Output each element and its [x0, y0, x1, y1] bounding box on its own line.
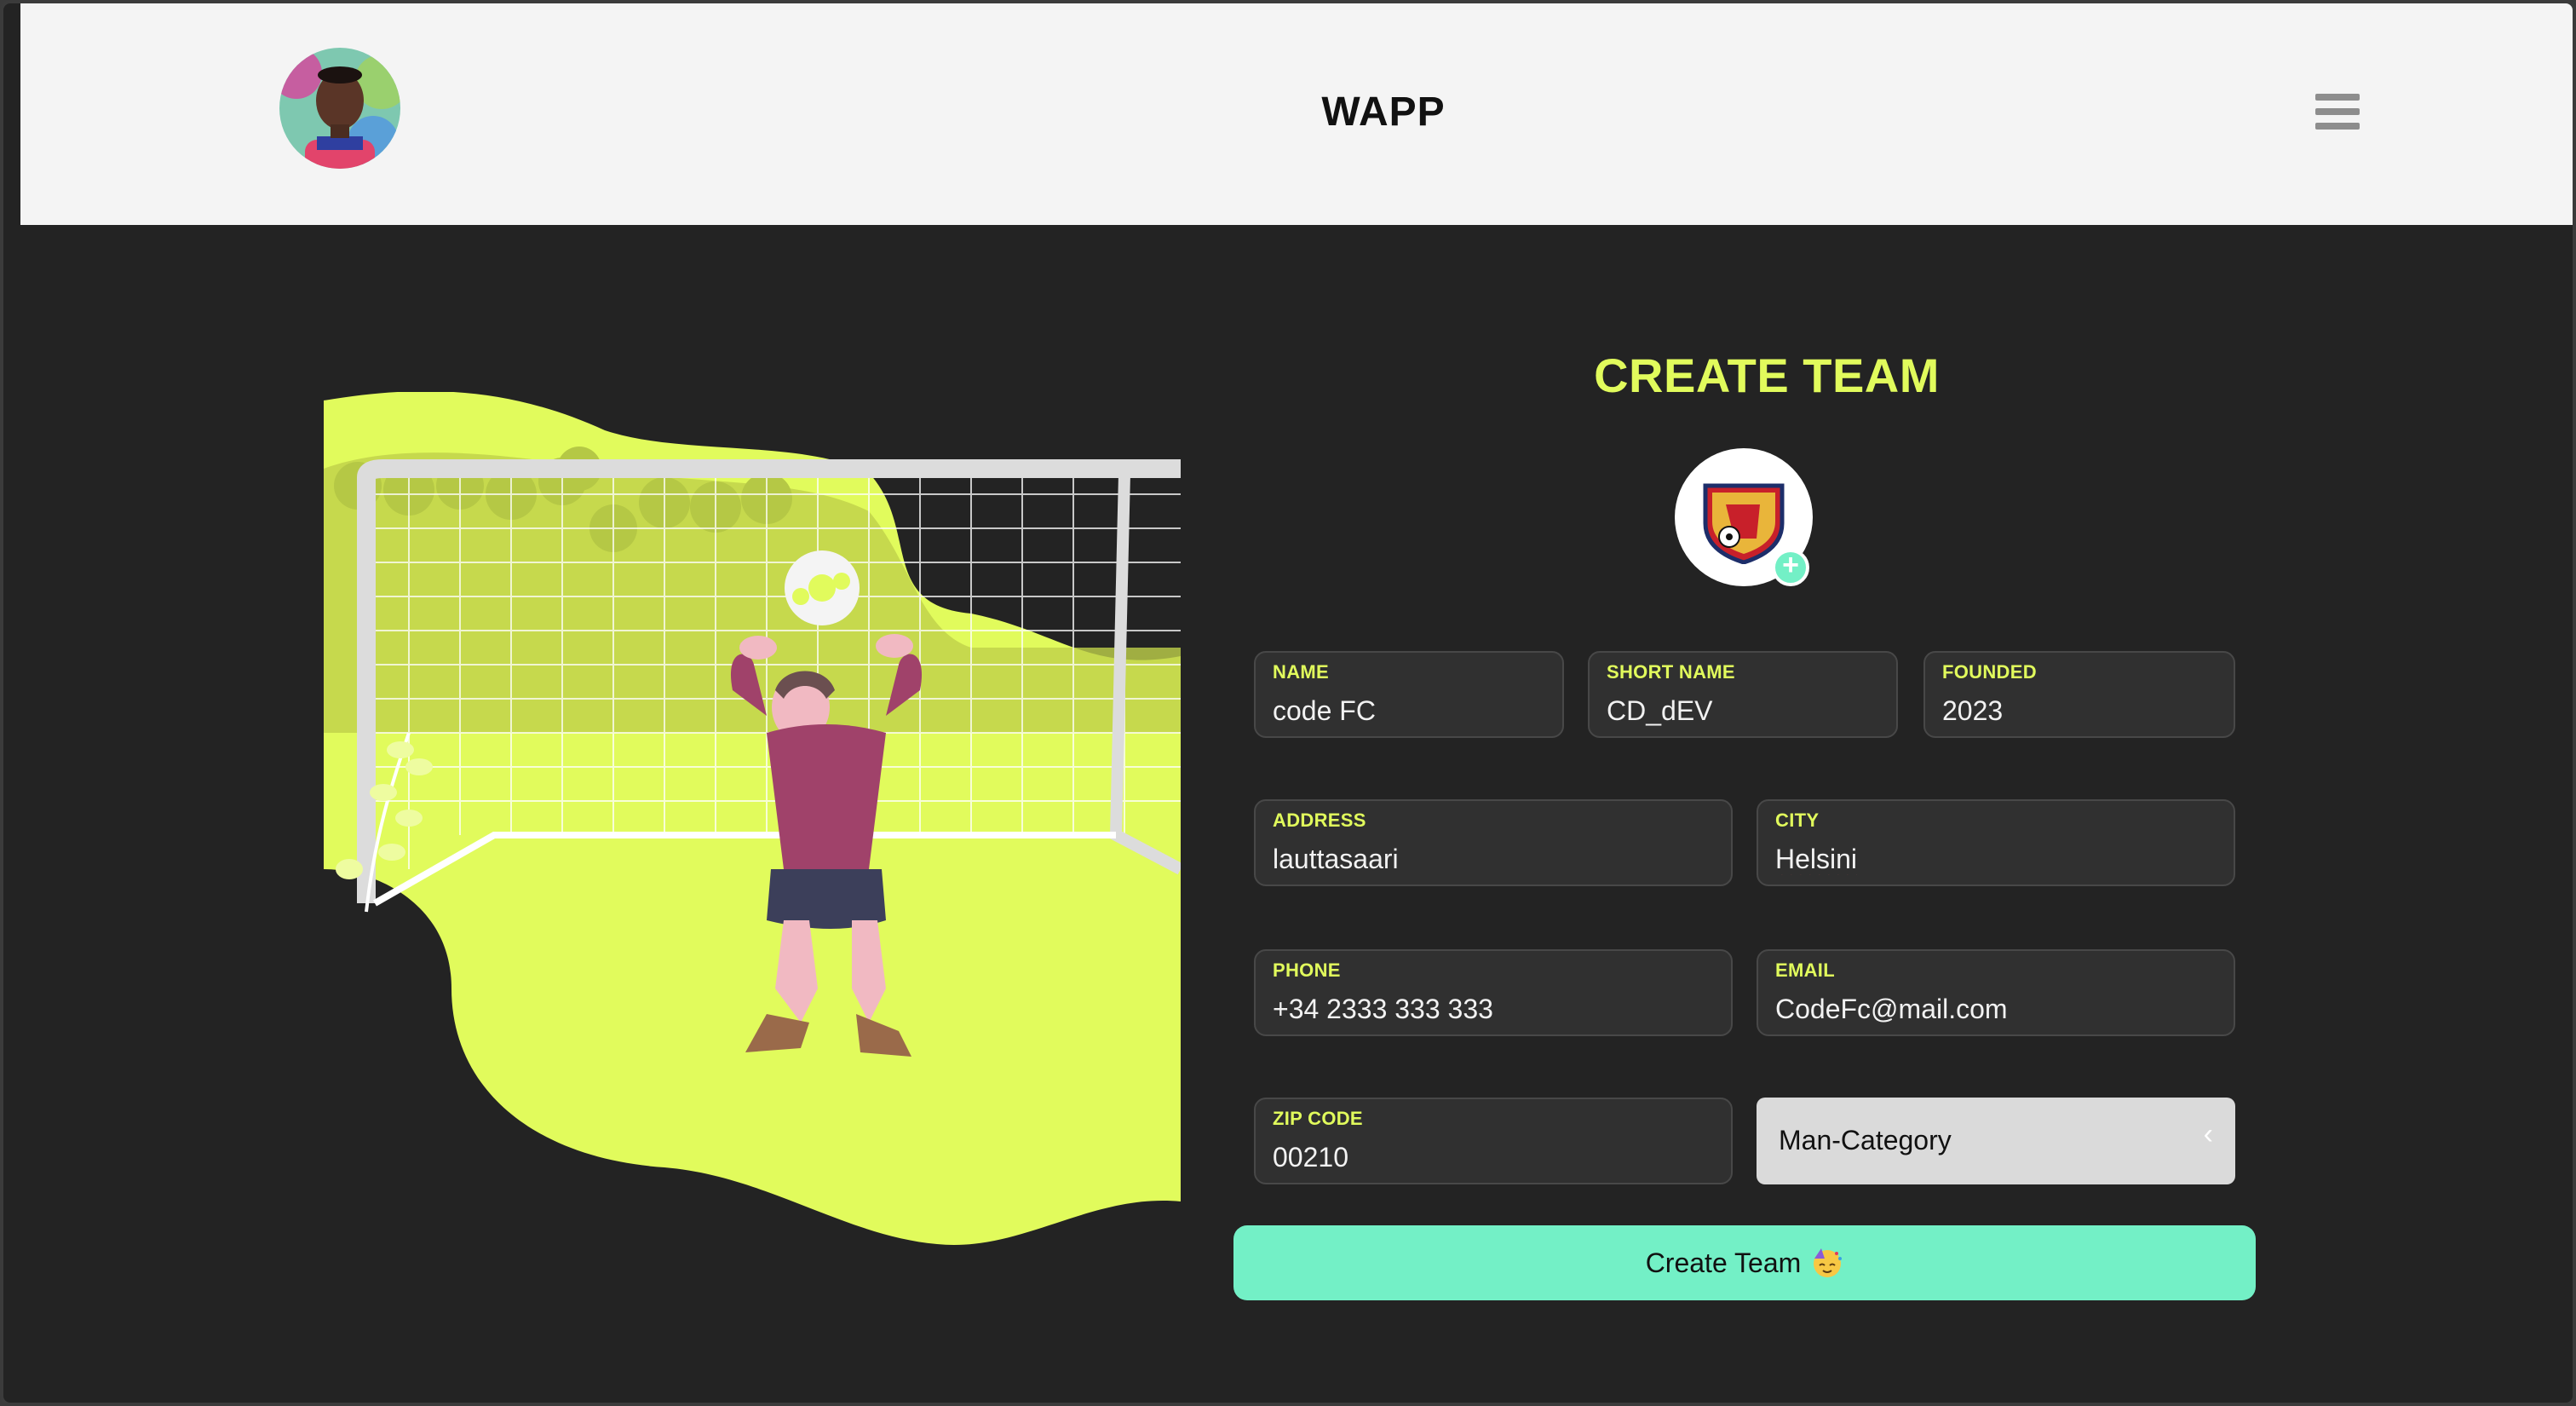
short-name-input[interactable] — [1607, 692, 1879, 729]
hamburger-menu-icon[interactable] — [2315, 94, 2360, 136]
email-label: EMAIL — [1775, 959, 1835, 981]
team-logo-upload[interactable]: + — [1675, 448, 1813, 586]
founded-label: FOUNDED — [1942, 661, 2037, 683]
address-field[interactable]: ADDRESS — [1254, 799, 1733, 886]
zip-code-field[interactable]: ZIP CODE — [1254, 1098, 1733, 1184]
zip-code-input[interactable] — [1273, 1138, 1714, 1176]
city-field[interactable]: CITY — [1757, 799, 2235, 886]
phone-input[interactable] — [1273, 990, 1714, 1028]
app-title: WAPP — [1321, 89, 1446, 135]
address-input[interactable] — [1273, 840, 1714, 878]
phone-label: PHONE — [1273, 959, 1341, 981]
top-header: WAPP — [20, 3, 2573, 225]
name-field[interactable]: NAME — [1254, 651, 1564, 738]
partying-face-emoji — [1814, 1248, 1843, 1277]
name-label: NAME — [1273, 661, 1329, 683]
city-input[interactable] — [1775, 840, 2217, 878]
founded-input[interactable] — [1942, 692, 2217, 729]
address-label: ADDRESS — [1273, 810, 1366, 831]
short-name-label: SHORT NAME — [1607, 661, 1735, 683]
plus-icon[interactable]: + — [1772, 549, 1809, 586]
category-selected-value: Man-Category — [1779, 1125, 1952, 1155]
create-team-label: Create Team — [1645, 1247, 1802, 1278]
email-input[interactable] — [1775, 990, 2217, 1028]
user-avatar[interactable] — [279, 48, 400, 169]
form-title: CREATE TEAM — [1594, 349, 1940, 402]
founded-field[interactable]: FOUNDED — [1923, 651, 2235, 738]
app-window: WAPP CREATE TEAM + NAME code FC SHORT NA… — [0, 0, 2576, 1406]
email-field[interactable]: EMAIL — [1757, 949, 2235, 1036]
short-name-field[interactable]: SHORT NAME — [1588, 651, 1898, 738]
zip-code-label: ZIP CODE — [1273, 1108, 1363, 1129]
goalkeeper-illustration — [324, 391, 1184, 1253]
category-select[interactable]: Man-Category ‹ — [1757, 1098, 2235, 1184]
chevron-left-icon: ‹ — [2203, 1118, 2213, 1150]
team-crest-icon — [1703, 483, 1785, 564]
phone-field[interactable]: PHONE — [1254, 949, 1733, 1036]
name-input[interactable] — [1273, 692, 1545, 729]
city-label: CITY — [1775, 810, 1820, 831]
create-team-button[interactable]: Create Team — [1233, 1225, 2256, 1300]
